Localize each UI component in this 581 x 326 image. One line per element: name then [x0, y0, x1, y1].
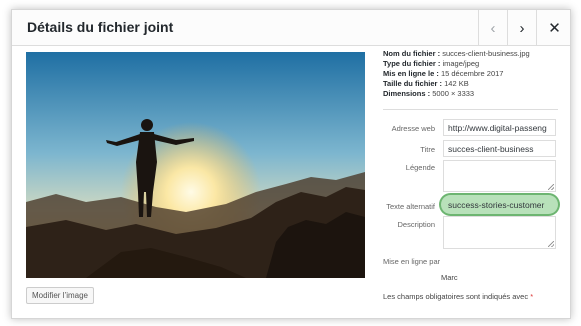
alt-text-label: Texte alternatif	[386, 202, 435, 211]
attachment-image	[26, 52, 365, 278]
modal-title: Détails du fichier joint	[27, 19, 174, 35]
close-icon: ✕	[548, 20, 561, 37]
resize-handle-icon[interactable]	[548, 184, 554, 190]
alt-text-field[interactable]: success-stories-customer	[443, 196, 556, 213]
file-size: 142 KB	[444, 79, 469, 88]
required-star: *	[530, 292, 534, 301]
description-field[interactable]	[443, 216, 556, 249]
dimensions-row: Dimensions : 5000 × 3333	[383, 89, 475, 98]
description-label: Description	[397, 220, 435, 229]
upload-date: 15 décembre 2017	[440, 69, 504, 78]
close-button[interactable]: ✕	[536, 10, 570, 46]
chevron-left-icon: ‹	[490, 19, 496, 37]
file-name-row: Nom du fichier : succes-client-business.…	[383, 49, 530, 58]
required-note-text: Les champs obligatoires sont indiqués av…	[383, 292, 529, 301]
dimensions: 5000 × 3333	[432, 89, 475, 98]
image-preview	[26, 52, 365, 278]
file-type: image/jpeg	[442, 59, 480, 68]
modal-header: Détails du fichier joint ‹ › ✕	[12, 10, 570, 46]
caption-label: Légende	[405, 163, 435, 172]
url-field[interactable]: http://www.digital-passeng	[443, 119, 556, 136]
required-fields-note: Les champs obligatoires sont indiqués av…	[383, 292, 533, 301]
uploaded-by-value: Marc	[441, 273, 458, 282]
uploaded-by-label: Mise en ligne par	[383, 257, 441, 266]
file-size-row: Taille du fichier : 142 KB	[383, 79, 469, 88]
divider	[383, 109, 558, 110]
title-field[interactable]: succes-client-business	[443, 140, 556, 157]
upload-date-row: Mis en ligne le : 15 décembre 2017	[383, 69, 504, 78]
next-button[interactable]: ›	[507, 10, 536, 46]
caption-field[interactable]	[443, 160, 556, 192]
file-name: succes-client-business.jpg	[442, 49, 530, 58]
previous-button[interactable]: ‹	[478, 10, 507, 46]
resize-handle-icon[interactable]	[548, 241, 554, 247]
url-label: Adresse web	[391, 124, 435, 133]
file-type-row: Type du fichier : image/jpeg	[383, 59, 480, 68]
title-label: Titre	[420, 145, 435, 154]
file-info: Nom du fichier : succes-client-business.…	[383, 49, 563, 99]
chevron-right-icon: ›	[519, 19, 525, 37]
edit-image-button[interactable]: Modifier l’image	[26, 287, 94, 304]
